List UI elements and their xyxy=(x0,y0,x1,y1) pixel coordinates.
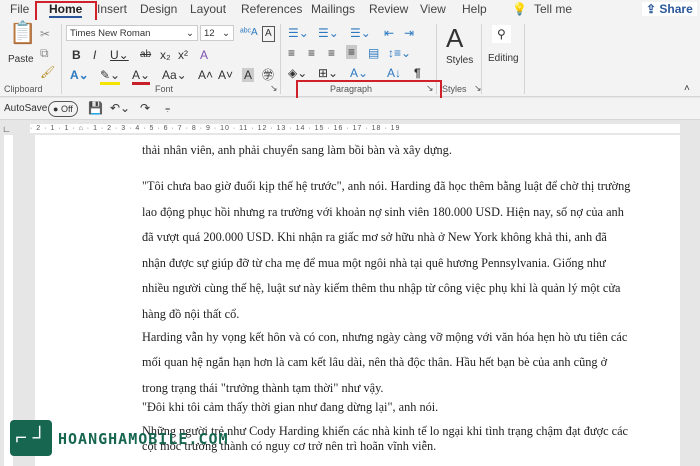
change-case-icon[interactable]: ᵃᵇᶜA xyxy=(240,26,258,40)
grow-font-button[interactable]: A˄ xyxy=(198,68,213,82)
quick-access-toolbar: AutoSave ● Off 💾 ↶⌄ ↷ ⩦ xyxy=(0,98,700,120)
customize-qat-icon[interactable]: ⩦ xyxy=(165,101,170,115)
character-shading-button[interactable]: A xyxy=(242,68,255,82)
divider xyxy=(61,24,62,94)
numbering-button[interactable]: ☰⌄ xyxy=(318,26,339,40)
styles-icon[interactable]: A xyxy=(446,24,463,52)
search-icon[interactable]: ⚲ xyxy=(492,25,511,43)
doc-line: đã vượt quá 200.000 USD. Khi nhận ra giấ… xyxy=(142,230,607,244)
watermark-text: HOANGHAMOBILE.COM xyxy=(58,430,229,448)
ribbon-tabs: File Home Insert Design Layout Reference… xyxy=(0,0,700,20)
horizontal-ruler[interactable]: · 2 · 1 · 1 · ⌂ · 1 · 2 · 3 · 4 · 5 · 6 … xyxy=(30,124,680,133)
distributed-button[interactable]: ▤ xyxy=(368,46,379,60)
doc-line: hàng đồ nội thất cổ. xyxy=(142,307,240,321)
underline-button[interactable]: U⌄ xyxy=(110,48,129,62)
collapse-ribbon-icon[interactable]: ˄ xyxy=(684,82,690,96)
font-color-button[interactable]: A⌄ xyxy=(132,68,151,85)
doc-line: mối quan hệ ngắn hạn hơn là cam kết lâu … xyxy=(142,355,608,369)
line-spacing-button[interactable]: ↕≡⌄ xyxy=(388,46,411,60)
asian-layout-button[interactable]: A⌄ xyxy=(350,66,368,80)
strikethrough-button[interactable]: ab xyxy=(140,48,151,62)
borders-button[interactable]: ⊞⌄ xyxy=(318,66,338,80)
highlight-color-button[interactable]: ✎⌄ xyxy=(100,68,121,85)
tab-insert[interactable]: Insert xyxy=(97,2,127,16)
align-left-button[interactable]: ≡ xyxy=(288,46,295,60)
divider xyxy=(481,24,482,94)
justify-button[interactable]: ≡ xyxy=(346,45,358,59)
doc-line: trong trạng thái "trưởng thành tạm thời"… xyxy=(142,381,384,395)
lightbulb-icon: 💡 xyxy=(512,2,527,16)
doc-line: "Đôi khi tôi cảm thấy thời gian như đang… xyxy=(142,400,439,414)
divider xyxy=(524,24,525,94)
autosave-toggle[interactable]: ● Off xyxy=(48,101,78,117)
bold-button[interactable]: B xyxy=(72,48,81,62)
increase-indent-button[interactable]: ⇥ xyxy=(404,26,414,40)
group-styles: Styles xyxy=(442,84,467,94)
font-dialog-launcher-icon[interactable]: ↘ xyxy=(270,83,278,94)
cut-icon[interactable]: ✂ xyxy=(40,27,50,41)
chevron-down-icon: ⌄ xyxy=(186,28,194,39)
share-icon: ⇪ xyxy=(646,2,660,16)
tab-review[interactable]: Review xyxy=(369,2,408,16)
document-page[interactable]: thải nhân viên, anh phải chuyển sang làm… xyxy=(35,135,680,466)
align-right-button[interactable]: ≡ xyxy=(328,46,335,60)
vertical-ruler xyxy=(0,135,18,466)
tab-layout[interactable]: Layout xyxy=(190,2,226,16)
decrease-indent-button[interactable]: ⇤ xyxy=(384,26,394,40)
font-name-select[interactable]: Times New Roman ⌄ xyxy=(66,25,198,41)
share-button[interactable]: ⇪ Share xyxy=(642,2,697,16)
doc-line: thải nhân viên, anh phải chuyển sang làm… xyxy=(142,143,452,157)
show-formatting-button[interactable]: ¶ xyxy=(414,66,421,80)
copy-icon[interactable]: ⧉ xyxy=(40,46,49,60)
font-size-select[interactable]: 12 ⌄ xyxy=(200,25,234,41)
tab-selector-icon[interactable]: ∟ xyxy=(2,122,11,136)
redo-button[interactable]: ↷ xyxy=(140,101,150,115)
bullets-button[interactable]: ☰⌄ xyxy=(288,26,309,40)
styles-button[interactable]: Styles xyxy=(446,54,473,68)
save-icon[interactable]: 💾 xyxy=(88,101,103,115)
tell-me-search[interactable]: Tell me xyxy=(534,2,572,16)
paste-icon[interactable]: 📋 xyxy=(9,22,36,44)
italic-button[interactable]: I xyxy=(93,48,96,62)
doc-line: Harding vẫn hy vọng kết hôn và có con, n… xyxy=(142,330,628,344)
tab-file[interactable]: File xyxy=(10,2,29,16)
doc-line: nhiều người cùng thế hệ, luật sư này kiế… xyxy=(142,281,621,295)
align-center-button[interactable]: ≡ xyxy=(308,46,315,60)
editing-button[interactable]: Editing xyxy=(488,52,519,66)
format-painter-icon[interactable]: 🖌 xyxy=(40,65,55,79)
multilevel-list-button[interactable]: ☰⌄ xyxy=(350,26,371,40)
change-case-button[interactable]: Aa⌄ xyxy=(162,68,187,82)
enclose-characters-button[interactable]: ㊫ xyxy=(262,68,274,82)
doc-line: nhận được sự giúp đỡ từ cha mẹ để mua mộ… xyxy=(142,256,606,270)
tab-mailings[interactable]: Mailings xyxy=(311,2,355,16)
clear-format-icon[interactable]: A xyxy=(262,26,275,42)
sort-button[interactable]: A↓ xyxy=(387,66,401,80)
tab-design[interactable]: Design xyxy=(140,2,177,16)
shading-button[interactable]: ◈⌄ xyxy=(288,66,307,80)
paste-button[interactable]: Paste xyxy=(8,53,34,67)
tab-references[interactable]: References xyxy=(241,2,302,16)
text-effects-button[interactable]: A⌄ xyxy=(70,68,89,82)
superscript-button[interactable]: x² xyxy=(178,48,188,62)
watermark-logo-icon: ⌐ ┘ xyxy=(10,420,52,456)
subscript-button[interactable]: x₂ xyxy=(160,48,171,62)
undo-button[interactable]: ↶⌄ xyxy=(110,101,130,115)
autosave-label: AutoSave xyxy=(4,103,48,114)
doc-line: lao động phục hồi nhưng ra trường với kh… xyxy=(142,205,624,219)
shrink-font-button[interactable]: A˅ xyxy=(218,68,233,82)
divider xyxy=(280,24,281,94)
doc-line: "Tôi chưa bao giờ đuổi kịp thế hệ trước"… xyxy=(142,179,631,193)
tab-help[interactable]: Help xyxy=(462,2,487,16)
group-clipboard: Clipboard xyxy=(4,84,43,94)
group-font: Font xyxy=(155,84,174,94)
tab-view[interactable]: View xyxy=(420,2,446,16)
chevron-down-icon: ⌄ xyxy=(222,28,230,39)
text-effects-icon[interactable]: A xyxy=(200,48,208,62)
